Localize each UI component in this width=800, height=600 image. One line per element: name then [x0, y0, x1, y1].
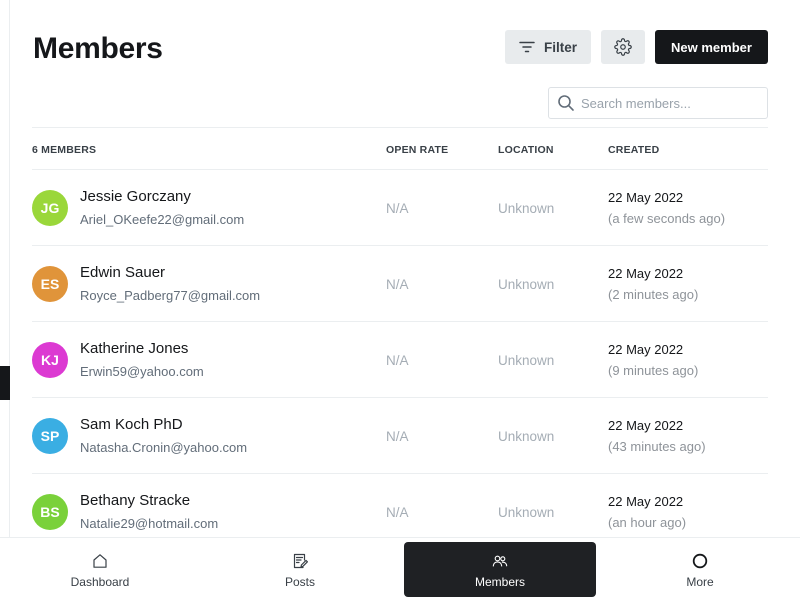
members-page: Members Filter New member 6 MEMBERS OPEN… — [0, 0, 800, 600]
member-name[interactable]: Jessie Gorczany — [80, 188, 191, 205]
created-relative: (9 minutes ago) — [608, 363, 699, 378]
created-relative: (a few seconds ago) — [608, 211, 726, 226]
new-member-button[interactable]: New member — [655, 30, 768, 64]
open-rate-value: N/A — [386, 505, 409, 520]
more-icon — [691, 552, 709, 570]
member-email: Natalie29@hotmail.com — [80, 516, 219, 531]
column-header-members[interactable]: 6 MEMBERS — [32, 144, 96, 156]
bottom-nav: Dashboard Posts Members More — [0, 537, 800, 600]
nav-label-dashboard: Dashboard — [70, 575, 130, 589]
settings-button[interactable] — [601, 30, 645, 64]
member-name[interactable]: Sam Koch PhD — [80, 416, 183, 433]
nav-label-more: More — [686, 575, 714, 589]
location-value: Unknown — [498, 505, 555, 520]
member-email: Erwin59@yahoo.com — [80, 364, 204, 379]
members-table: 6 MEMBERS OPEN RATE LOCATION CREATED JG … — [32, 127, 768, 550]
created-date: 22 May 2022 — [608, 494, 684, 509]
column-header-open-rate[interactable]: OPEN RATE — [386, 144, 448, 156]
nav-item-more[interactable]: More — [604, 542, 796, 597]
search-box[interactable] — [548, 87, 768, 119]
filter-icon — [519, 41, 535, 53]
filter-button[interactable]: Filter — [505, 30, 591, 64]
sidebar-handle[interactable] — [0, 366, 10, 400]
search-input[interactable] — [581, 95, 761, 111]
created-relative: (2 minutes ago) — [608, 287, 699, 302]
location-value: Unknown — [498, 277, 555, 292]
member-name[interactable]: Katherine Jones — [80, 340, 188, 357]
member-email: Ariel_OKeefe22@gmail.com — [80, 212, 245, 227]
member-email: Royce_Padberg77@gmail.com — [80, 288, 261, 303]
nav-item-dashboard[interactable]: Dashboard — [4, 542, 196, 597]
member-name[interactable]: Edwin Sauer — [80, 264, 165, 281]
nav-label-members: Members — [474, 575, 525, 589]
location-value: Unknown — [498, 429, 555, 444]
table-header: 6 MEMBERS OPEN RATE LOCATION CREATED — [32, 127, 768, 170]
members-icon — [491, 552, 509, 570]
table-row[interactable]: SP Sam Koch PhD Natasha.Cronin@yahoo.com… — [32, 398, 768, 474]
nav-item-members[interactable]: Members — [404, 542, 596, 597]
page-title: Members — [33, 32, 163, 65]
open-rate-value: N/A — [386, 201, 409, 216]
nav-label-posts: Posts — [284, 575, 315, 589]
home-icon — [91, 552, 109, 570]
avatar: KJ — [32, 342, 68, 378]
table-row[interactable]: KJ Katherine Jones Erwin59@yahoo.com N/A… — [32, 322, 768, 398]
created-relative: (an hour ago) — [608, 515, 687, 530]
posts-icon — [291, 552, 309, 570]
location-value: Unknown — [498, 353, 555, 368]
created-date: 22 May 2022 — [608, 418, 684, 433]
avatar: ES — [32, 266, 68, 302]
table-row[interactable]: JG Jessie Gorczany Ariel_OKeefe22@gmail.… — [32, 170, 768, 246]
column-header-location[interactable]: LOCATION — [498, 144, 554, 156]
column-header-created[interactable]: CREATED — [608, 144, 659, 156]
filter-button-label: Filter — [543, 39, 577, 55]
created-relative: (43 minutes ago) — [608, 439, 706, 454]
open-rate-value: N/A — [386, 277, 409, 292]
avatar: JG — [32, 190, 68, 226]
created-date: 22 May 2022 — [608, 190, 684, 205]
table-row[interactable]: ES Edwin Sauer Royce_Padberg77@gmail.com… — [32, 246, 768, 322]
avatar: SP — [32, 418, 68, 454]
open-rate-value: N/A — [386, 353, 409, 368]
nav-item-posts[interactable]: Posts — [204, 542, 396, 597]
created-date: 22 May 2022 — [608, 266, 684, 281]
sidebar-divider — [9, 0, 10, 537]
member-name[interactable]: Bethany Stracke — [80, 492, 190, 509]
search-icon — [557, 94, 575, 112]
avatar: BS — [32, 494, 68, 530]
location-value: Unknown — [498, 201, 555, 216]
page-header: Members Filter New member — [33, 30, 768, 66]
created-date: 22 May 2022 — [608, 342, 684, 357]
open-rate-value: N/A — [386, 429, 409, 444]
member-email: Natasha.Cronin@yahoo.com — [80, 440, 248, 455]
gear-icon — [614, 38, 632, 56]
